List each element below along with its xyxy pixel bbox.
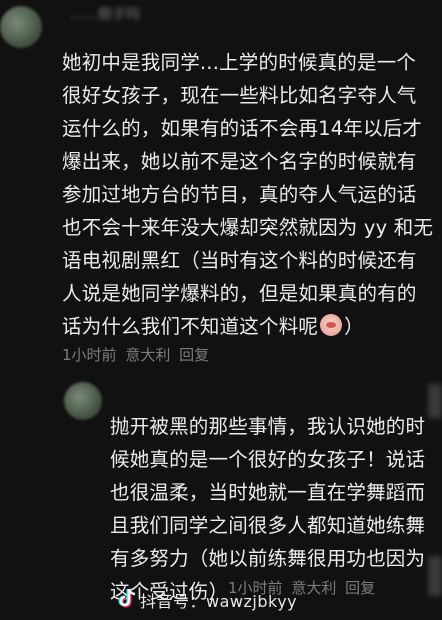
pig-face-emoji-icon (320, 314, 343, 336)
reply-button[interactable]: 回复 (345, 579, 375, 597)
douyin-logo-icon (118, 588, 136, 608)
watermark: 抖音号：wawzjbkyy (140, 588, 297, 612)
comment-time: 1小时前 (62, 346, 117, 364)
comment-line: 有多努力（她以前练舞很用功也因为 (110, 547, 426, 570)
comment-line: 参加过地方台的节目，真的夺人气运的话 (62, 183, 417, 206)
comment-line: 候她真的是一个很好的女孩子！说话 (110, 448, 426, 471)
comment-line: 也不会十来年没大爆却突然就因为 yy 和无 (62, 216, 434, 239)
watermark-prefix: 抖音号： (140, 592, 207, 611)
comment-line: 也很温柔，当时她就一直在学舞蹈而 (110, 481, 426, 504)
comment-line: 很好女孩子，现在一些料比如名字夺人气 (62, 84, 417, 107)
comment-text: 她初中是我同学...上学的时候真的是一个 很好女孩子，现在一些料比如名字夺人气 … (62, 46, 434, 343)
comment-line: 爆出来，她以前不是这个名字的时候就有 (62, 150, 417, 173)
avatar[interactable] (0, 6, 42, 48)
comment-line: 人说是她同学爆料的，但是如果真的有的 (62, 282, 417, 305)
comment-meta: 1小时前 意大利 回复 (62, 344, 213, 365)
comment-line: 她初中是我同学...上学的时候真的是一个 (62, 51, 417, 74)
comment-line: 且我们同学之间很多人都知道她练舞 (110, 514, 426, 537)
reply-button[interactable]: 回复 (179, 346, 209, 364)
comment-line-end: ） (344, 315, 364, 338)
comment-2: 抛开被黑的那些事情，我认识她的时 候她真的是一个很好的女孩子！说话 也很温柔，当… (0, 380, 442, 620)
blurred-edge (428, 556, 442, 596)
comment-location: 意大利 (125, 346, 171, 364)
watermark-handle: wawzjbkyy (206, 592, 298, 611)
avatar[interactable] (64, 382, 102, 420)
username[interactable]: ……假子吗 (70, 4, 140, 24)
comment-1: ……假子吗 她初中是我同学...上学的时候真的是一个 很好女孩子，现在一些料比如… (0, 0, 442, 380)
comment-line: 话为什么我们不知道这个料呢 (62, 315, 319, 338)
comment-line: 运什么的，如果有的话不会再14年以后才 (62, 117, 423, 140)
comment-line: 抛开被黑的那些事情，我认识她的时 (110, 415, 426, 438)
comment-line: 语电视剧黑红（当时有这个料的时候还有 (62, 249, 417, 272)
comment-location: 意大利 (291, 579, 337, 597)
